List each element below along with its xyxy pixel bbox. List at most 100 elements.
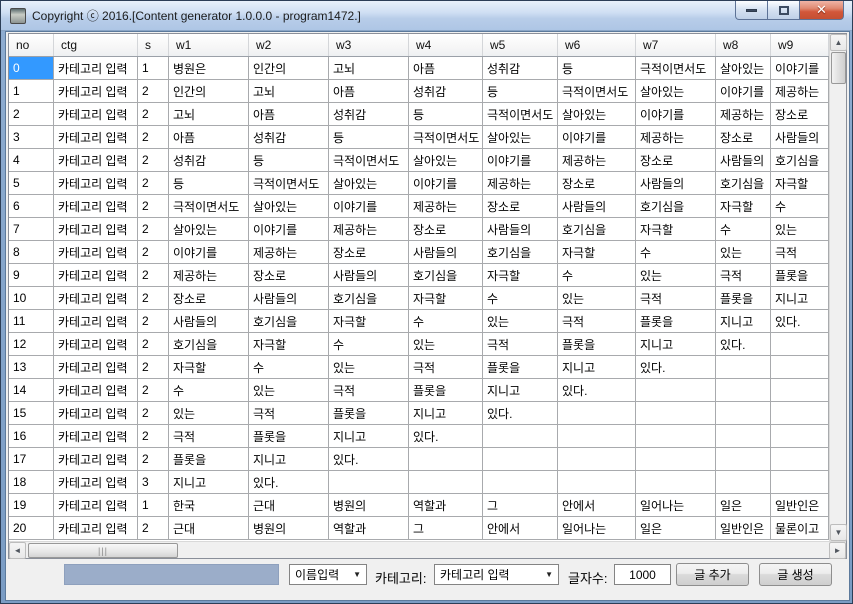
grid-cell[interactable] xyxy=(636,471,716,494)
grid-cell[interactable]: 2 xyxy=(138,172,169,195)
grid-cell[interactable]: 2 xyxy=(138,333,169,356)
grid-cell[interactable]: 자극할 xyxy=(558,241,636,264)
grid-cell[interactable] xyxy=(716,448,771,471)
horizontal-scrollbar-thumb[interactable]: ||| xyxy=(28,543,178,558)
grid-cell[interactable]: 1 xyxy=(9,80,54,103)
grid-cell[interactable]: 자극할 xyxy=(716,195,771,218)
grid-cell[interactable]: 있는 xyxy=(636,264,716,287)
grid-cell[interactable]: 카테고리 입력 xyxy=(54,172,138,195)
grid-cell[interactable]: 그 xyxy=(409,517,483,540)
grid-cell[interactable] xyxy=(716,425,771,448)
column-header-w9[interactable]: w9 xyxy=(771,34,829,56)
grid-cell[interactable]: 카테고리 입력 xyxy=(54,126,138,149)
grid-cell[interactable]: 근대 xyxy=(169,517,249,540)
grid-cell[interactable]: 근대 xyxy=(249,494,329,517)
grid-cell[interactable]: 수 xyxy=(409,310,483,333)
category-combo[interactable]: 카테고리 입력 ▼ xyxy=(434,564,559,585)
grid-cell[interactable]: 13 xyxy=(9,356,54,379)
grid-cell[interactable]: 극적이면서도 xyxy=(409,126,483,149)
close-button[interactable]: ✕ xyxy=(800,1,844,20)
grid-cell[interactable] xyxy=(771,356,829,379)
grid-cell[interactable]: 19 xyxy=(9,494,54,517)
grid-cell[interactable]: 카테고리 입력 xyxy=(54,379,138,402)
grid-cell[interactable]: 8 xyxy=(9,241,54,264)
grid-cell[interactable]: 6 xyxy=(9,195,54,218)
grid-cell[interactable] xyxy=(716,471,771,494)
grid-cell[interactable]: 16 xyxy=(9,425,54,448)
grid-cell[interactable]: 2 xyxy=(138,218,169,241)
grid-cell[interactable]: 있다. xyxy=(636,356,716,379)
grid-cell[interactable]: 극적 xyxy=(771,241,829,264)
grid-cell[interactable]: 플롯을 xyxy=(558,333,636,356)
grid-cell[interactable]: 14 xyxy=(9,379,54,402)
grid-cell[interactable]: 0 xyxy=(9,57,54,80)
grid-cell[interactable]: 2 xyxy=(138,310,169,333)
grid-cell[interactable]: 사람들의 xyxy=(409,241,483,264)
grid-cell[interactable]: 7 xyxy=(9,218,54,241)
column-header-s[interactable]: s xyxy=(138,34,169,56)
grid-cell[interactable]: 고뇌 xyxy=(329,57,409,80)
grid-cell[interactable] xyxy=(771,402,829,425)
grid-cell[interactable]: 12 xyxy=(9,333,54,356)
grid-cell[interactable]: 극적 xyxy=(483,333,558,356)
grid-cell[interactable]: 있는 xyxy=(483,310,558,333)
grid-cell[interactable]: 장소로 xyxy=(249,264,329,287)
grid-cell[interactable]: 이야기를 xyxy=(636,103,716,126)
grid-cell[interactable]: 카테고리 입력 xyxy=(54,425,138,448)
column-header-no[interactable]: no xyxy=(9,34,54,56)
grid-cell[interactable]: 자극할 xyxy=(483,264,558,287)
grid-cell[interactable]: 지니고 xyxy=(249,448,329,471)
grid-cell[interactable]: 역할과 xyxy=(329,517,409,540)
grid-cell[interactable]: 4 xyxy=(9,149,54,172)
grid-cell[interactable]: 고뇌 xyxy=(169,103,249,126)
scroll-down-icon[interactable]: ▼ xyxy=(830,524,847,541)
grid-cell[interactable]: 아픔 xyxy=(329,80,409,103)
grid-cell[interactable]: 사람들의 xyxy=(771,126,829,149)
grid-cell[interactable]: 카테고리 입력 xyxy=(54,57,138,80)
grid-cell[interactable]: 있는 xyxy=(716,241,771,264)
grid-cell[interactable]: 일반인은 xyxy=(716,517,771,540)
grid-cell[interactable]: 극적 xyxy=(169,425,249,448)
grid-cell[interactable]: 2 xyxy=(138,264,169,287)
grid-cell[interactable] xyxy=(329,471,409,494)
grid-cell[interactable]: 성취감 xyxy=(249,126,329,149)
grid-cell[interactable]: 있는 xyxy=(409,333,483,356)
grid-cell[interactable]: 2 xyxy=(138,448,169,471)
grid-cell[interactable]: 자극할 xyxy=(636,218,716,241)
grid-cell[interactable]: 장소로 xyxy=(716,126,771,149)
grid-cell[interactable]: 사람들의 xyxy=(329,264,409,287)
grid-cell[interactable]: 카테고리 입력 xyxy=(54,448,138,471)
grid-cell[interactable]: 등 xyxy=(249,149,329,172)
grid-cell[interactable]: 이야기를 xyxy=(409,172,483,195)
grid-cell[interactable]: 카테고리 입력 xyxy=(54,103,138,126)
grid-cell[interactable]: 지니고 xyxy=(636,333,716,356)
grid-cell[interactable]: 일어나는 xyxy=(558,517,636,540)
grid-cell[interactable] xyxy=(483,448,558,471)
name-combo[interactable]: 이름입력 ▼ xyxy=(289,564,367,585)
grid-cell[interactable]: 수 xyxy=(771,195,829,218)
grid-cell[interactable]: 있다. xyxy=(716,333,771,356)
grid-cell[interactable]: 2 xyxy=(138,149,169,172)
grid-cell[interactable]: 살아있는 xyxy=(409,149,483,172)
grid-cell[interactable]: 2 xyxy=(9,103,54,126)
grid-cell[interactable]: 있다. xyxy=(483,402,558,425)
grid-cell[interactable]: 수 xyxy=(169,379,249,402)
grid-cell[interactable]: 지니고 xyxy=(483,379,558,402)
grid-cell[interactable]: 호기심을 xyxy=(249,310,329,333)
grid-cell[interactable]: 장소로 xyxy=(558,172,636,195)
grid-cell[interactable]: 살아있는 xyxy=(329,172,409,195)
grid-cell[interactable]: 제공하는 xyxy=(636,126,716,149)
grid-cell[interactable]: 사람들의 xyxy=(169,310,249,333)
grid-cell[interactable]: 극적 xyxy=(716,264,771,287)
grid-cell[interactable]: 일은 xyxy=(636,517,716,540)
grid-cell[interactable]: 사람들의 xyxy=(716,149,771,172)
grid-cell[interactable]: 있다. xyxy=(249,471,329,494)
grid-cell[interactable]: 있는 xyxy=(329,356,409,379)
grid-cell[interactable]: 이야기를 xyxy=(483,149,558,172)
grid-cell[interactable]: 이야기를 xyxy=(169,241,249,264)
grid-cell[interactable]: 극적 xyxy=(558,310,636,333)
grid-cell[interactable] xyxy=(558,471,636,494)
grid-cell[interactable]: 있다. xyxy=(558,379,636,402)
grid-cell[interactable]: 자극할 xyxy=(329,310,409,333)
grid-cell[interactable]: 사람들의 xyxy=(558,195,636,218)
